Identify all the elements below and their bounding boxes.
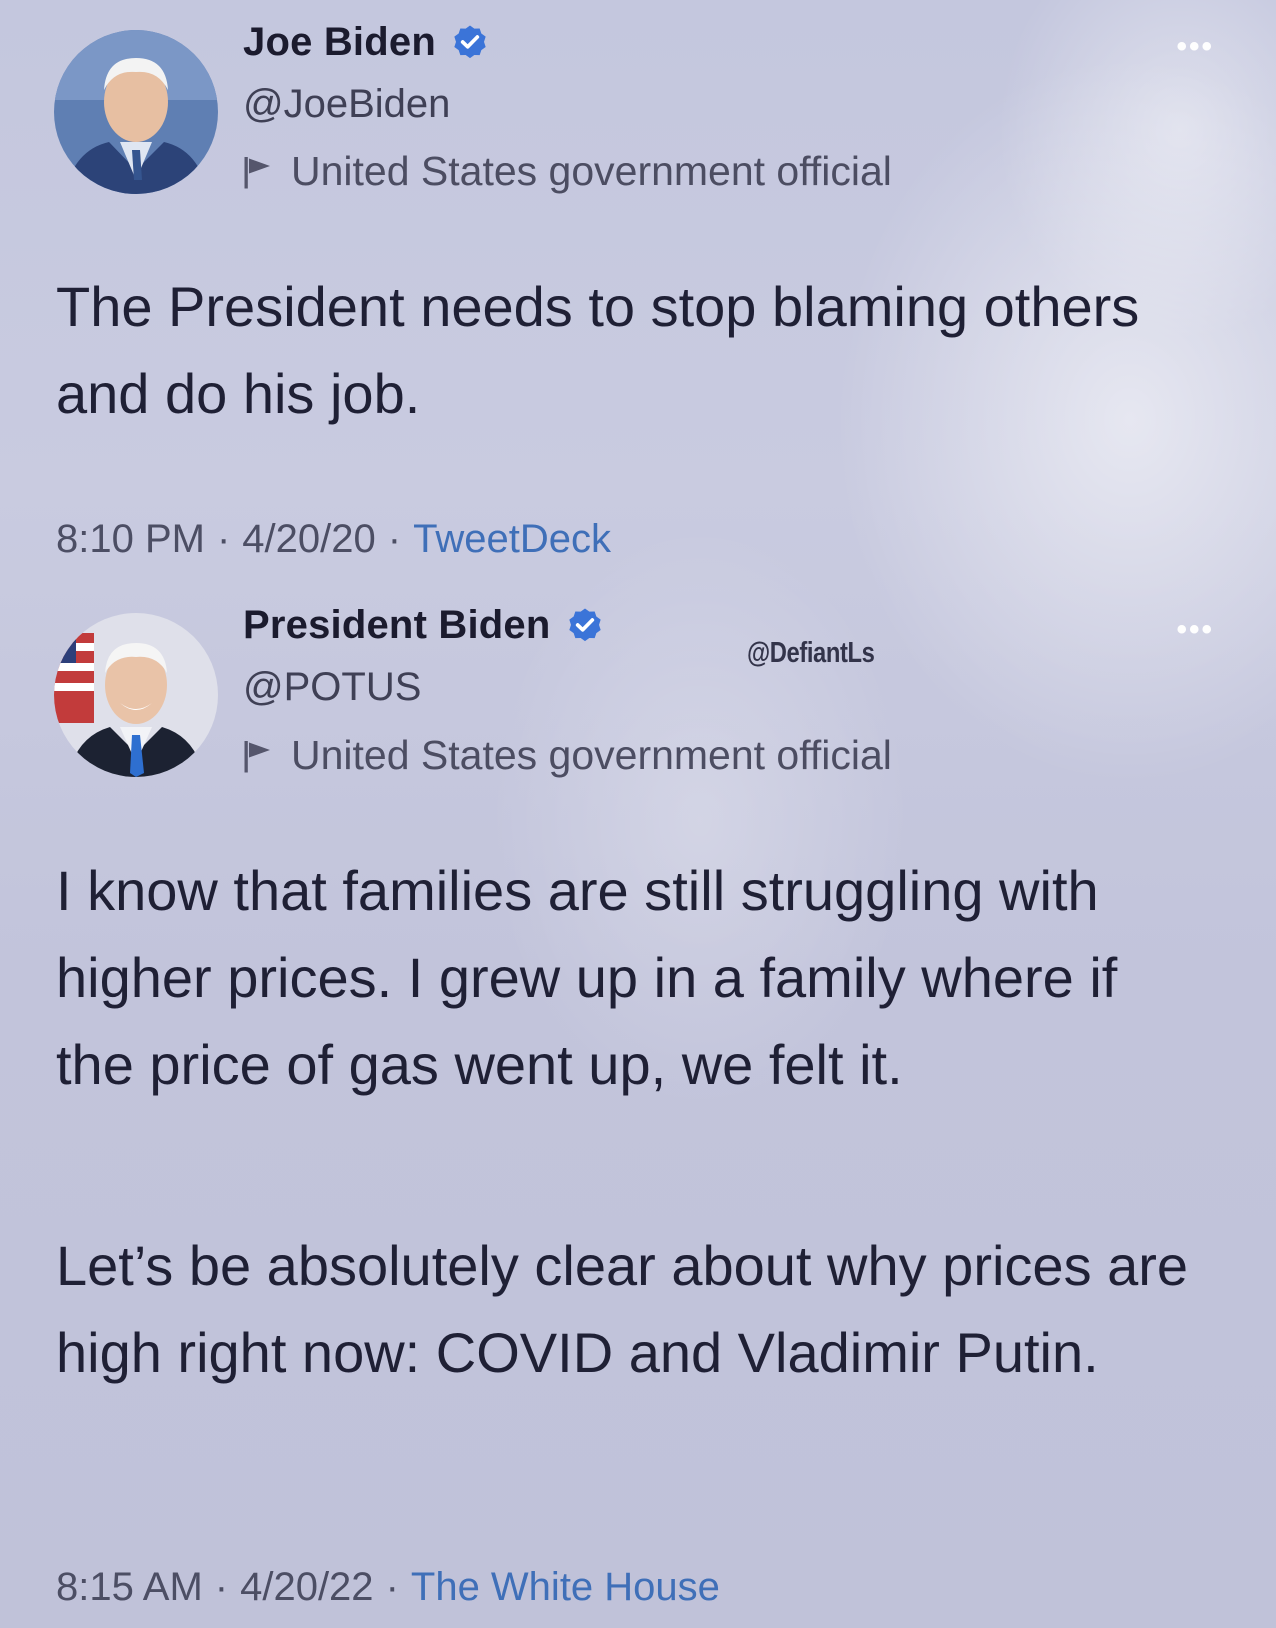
tweet-metadata: 8:10 PM · 4/20/20 · TweetDeck (56, 517, 611, 562)
more-options-button[interactable]: ••• (1176, 613, 1214, 647)
account-label-text: United States government official (291, 148, 892, 194)
account-label-text: United States government official (291, 732, 892, 778)
verified-badge-icon (568, 608, 601, 641)
separator: · (387, 517, 402, 561)
account-label: United States government official (243, 148, 892, 195)
tweet-time[interactable]: 8:15 AM (56, 1565, 203, 1610)
account-label: United States government official (243, 732, 892, 779)
avatar-joebiden[interactable] (54, 30, 218, 194)
separator: · (385, 1565, 399, 1609)
verified-badge-icon (454, 25, 486, 58)
tweet-source-link[interactable]: The White House (411, 1565, 720, 1610)
separator: · (216, 517, 231, 561)
display-name[interactable]: Joe Biden (243, 20, 436, 65)
tweet-text-paragraph-2: Let’s be absolutely clear about why pric… (56, 1234, 1189, 1384)
author-row: Joe Biden (243, 20, 490, 65)
author-row: President Biden (243, 603, 605, 648)
watermark: @DefiantLs (747, 637, 875, 669)
tweet-text: The President needs to stop blaming othe… (56, 275, 1140, 425)
flag-icon (244, 156, 270, 188)
more-options-button[interactable]: ••• (1176, 30, 1214, 64)
tweet-date[interactable]: 4/20/22 (240, 1565, 373, 1610)
handle[interactable]: @JoeBiden (243, 82, 450, 127)
tweet-time[interactable]: 8:10 PM (56, 517, 205, 562)
separator: · (214, 1565, 229, 1609)
display-name[interactable]: President Biden (243, 603, 551, 648)
avatar-potus[interactable] (54, 613, 218, 777)
tweet-source-link[interactable]: TweetDeck (413, 517, 611, 562)
handle[interactable]: @POTUS (243, 665, 421, 710)
tweet-date[interactable]: 4/20/20 (242, 517, 375, 562)
tweet-text-paragraph-1: I know that families are still strugglin… (56, 859, 1118, 1096)
tweet-metadata: 8:15 AM · 4/20/22 · The White House (56, 1565, 720, 1610)
flag-icon (244, 740, 270, 772)
